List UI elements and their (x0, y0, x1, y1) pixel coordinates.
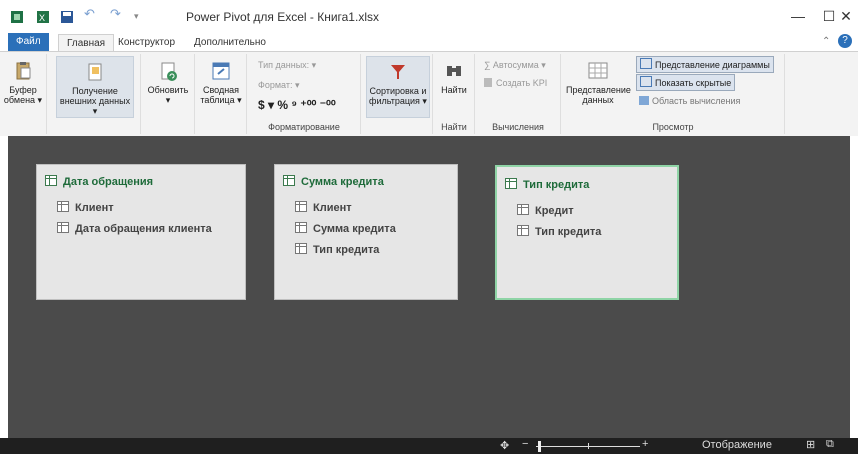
number-format-buttons[interactable]: $ ▾ % ⁹ ⁺⁰⁰ ⁻⁰⁰ (258, 98, 336, 112)
autosum-button[interactable]: ∑ Автосумма ▾ (484, 60, 546, 71)
group-calculations: ∑ Автосумма ▾ Создать KPI Вычисления (476, 54, 561, 134)
group-find: Найти Найти (434, 54, 475, 134)
save-icon[interactable] (60, 10, 74, 24)
field-item[interactable]: Дата обращения клиента (57, 222, 212, 235)
sort-filter-button[interactable]: Сортировка и фильтрация ▾ (366, 56, 430, 118)
tab-file[interactable]: Файл (8, 33, 49, 52)
field-item[interactable]: Клиент (295, 201, 352, 214)
ribbon-tabs: Файл Главная Конструктор Дополнительно ⌃… (0, 32, 858, 53)
pivot-table-icon (210, 60, 232, 82)
column-icon (295, 222, 307, 233)
group-refresh: Обновить ▾ (142, 54, 195, 134)
column-icon (295, 243, 307, 254)
ribbon: Буфер обмена ▾ Получение внешних данных … (0, 51, 858, 137)
zoom-out-button[interactable]: − (522, 438, 528, 450)
field-item[interactable]: Тип кредита (295, 243, 379, 256)
status-bar: ✥ − + Отображение ⊞ ⧉ (0, 438, 858, 454)
undo-icon[interactable]: ↶ (84, 6, 98, 21)
table-card-credit-type[interactable]: Тип кредита Кредит Тип кредита (495, 165, 679, 300)
group-label-find: Найти (441, 122, 467, 132)
group-formatting: Тип данных: ▾ Формат: ▾ $ ▾ % ⁹ ⁺⁰⁰ ⁻⁰⁰ … (248, 54, 361, 134)
pivot-table-button[interactable]: Сводная таблица ▾ (200, 56, 242, 116)
refresh-icon (157, 60, 179, 82)
diagram-view-button[interactable]: Представление диаграммы (636, 56, 774, 73)
canvas-left-margin (0, 136, 8, 438)
fit-to-screen-icon[interactable]: ✥ (500, 439, 509, 452)
group-label-view: Просмотр (652, 122, 694, 132)
column-icon (57, 201, 69, 212)
help-icon[interactable]: ? (838, 34, 852, 48)
table-icon (505, 178, 517, 189)
collapse-ribbon-icon[interactable]: ⌃ (822, 36, 830, 47)
zoom-in-button[interactable]: + (642, 438, 648, 450)
kpi-icon (484, 78, 492, 87)
canvas-right-margin (850, 136, 858, 438)
column-icon (517, 204, 529, 215)
data-view-icon (587, 60, 609, 82)
group-sort: Сортировка и фильтрация ▾ (362, 54, 433, 134)
grid-view-icon[interactable]: ⊞ (806, 438, 815, 451)
table-title: Тип кредита (505, 178, 589, 191)
table-icon (283, 175, 295, 186)
field-item[interactable]: Тип кредита (517, 225, 601, 238)
close-button[interactable]: ✕ (836, 6, 856, 26)
tab-advanced[interactable]: Дополнительно (186, 34, 274, 52)
group-label-formatting: Форматирование (268, 122, 340, 132)
field-item[interactable]: Кредит (517, 204, 574, 217)
title-bar: X ↶ ↷ ▾ Power Pivot для Excel - Книга1.x… (0, 0, 858, 32)
redo-icon[interactable]: ↷ (110, 6, 124, 21)
column-icon (57, 222, 69, 233)
create-kpi-button[interactable]: Создать KPI (484, 78, 547, 88)
window-title: Power Pivot для Excel - Книга1.xlsx (186, 10, 379, 24)
group-pivot: Сводная таблица ▾ (196, 54, 247, 134)
power-pivot-icon (10, 10, 24, 24)
group-get-data: Получение внешних данных ▾ (48, 54, 141, 134)
diagram-icon (640, 58, 652, 69)
clipboard-icon (12, 60, 34, 82)
find-button[interactable]: Найти (436, 56, 472, 116)
external-data-icon (84, 61, 106, 83)
column-icon (295, 201, 307, 212)
display-label: Отображение (702, 439, 772, 451)
diagram-view-icon[interactable]: ⧉ (826, 438, 834, 451)
zoom-slider-thumb[interactable] (538, 441, 541, 452)
sort-filter-icon (387, 61, 409, 83)
refresh-button[interactable]: Обновить ▾ (146, 56, 190, 116)
tab-design[interactable]: Конструктор (110, 34, 183, 52)
table-card-amount[interactable]: Сумма кредита Клиент Сумма кредита Тип к… (274, 164, 458, 300)
table-icon (45, 175, 57, 186)
field-item[interactable]: Клиент (57, 201, 114, 214)
binoculars-icon (443, 60, 465, 82)
data-view-button[interactable]: Представление данных (566, 56, 631, 116)
table-title: Сумма кредита (283, 175, 384, 188)
show-hidden-button[interactable]: Показать скрытые (636, 74, 736, 91)
zoom-slider-tick (588, 443, 589, 449)
quick-access-chevron-icon[interactable]: ▾ (134, 11, 148, 25)
get-external-data-button[interactable]: Получение внешних данных ▾ (56, 56, 134, 118)
table-title: Дата обращения (45, 175, 153, 188)
calc-area-icon (639, 96, 649, 105)
calc-area-button[interactable]: Область вычисления (636, 94, 743, 109)
group-clipboard: Буфер обмена ▾ (0, 54, 47, 134)
clipboard-button[interactable]: Буфер обмена ▾ (2, 56, 44, 116)
table-card-date[interactable]: Дата обращения Клиент Дата обращения кли… (36, 164, 246, 300)
field-item[interactable]: Сумма кредита (295, 222, 396, 235)
svg-text:X: X (39, 13, 45, 23)
data-type-dropdown[interactable]: Тип данных: ▾ (258, 60, 316, 71)
group-view: Представление данных Представление диагр… (562, 54, 785, 134)
column-icon (517, 225, 529, 236)
format-dropdown[interactable]: Формат: ▾ (258, 80, 300, 91)
group-label-calculations: Вычисления (492, 122, 544, 132)
minimize-button[interactable]: — (788, 6, 808, 26)
excel-icon[interactable]: X (36, 10, 50, 24)
show-hidden-icon (640, 76, 652, 87)
